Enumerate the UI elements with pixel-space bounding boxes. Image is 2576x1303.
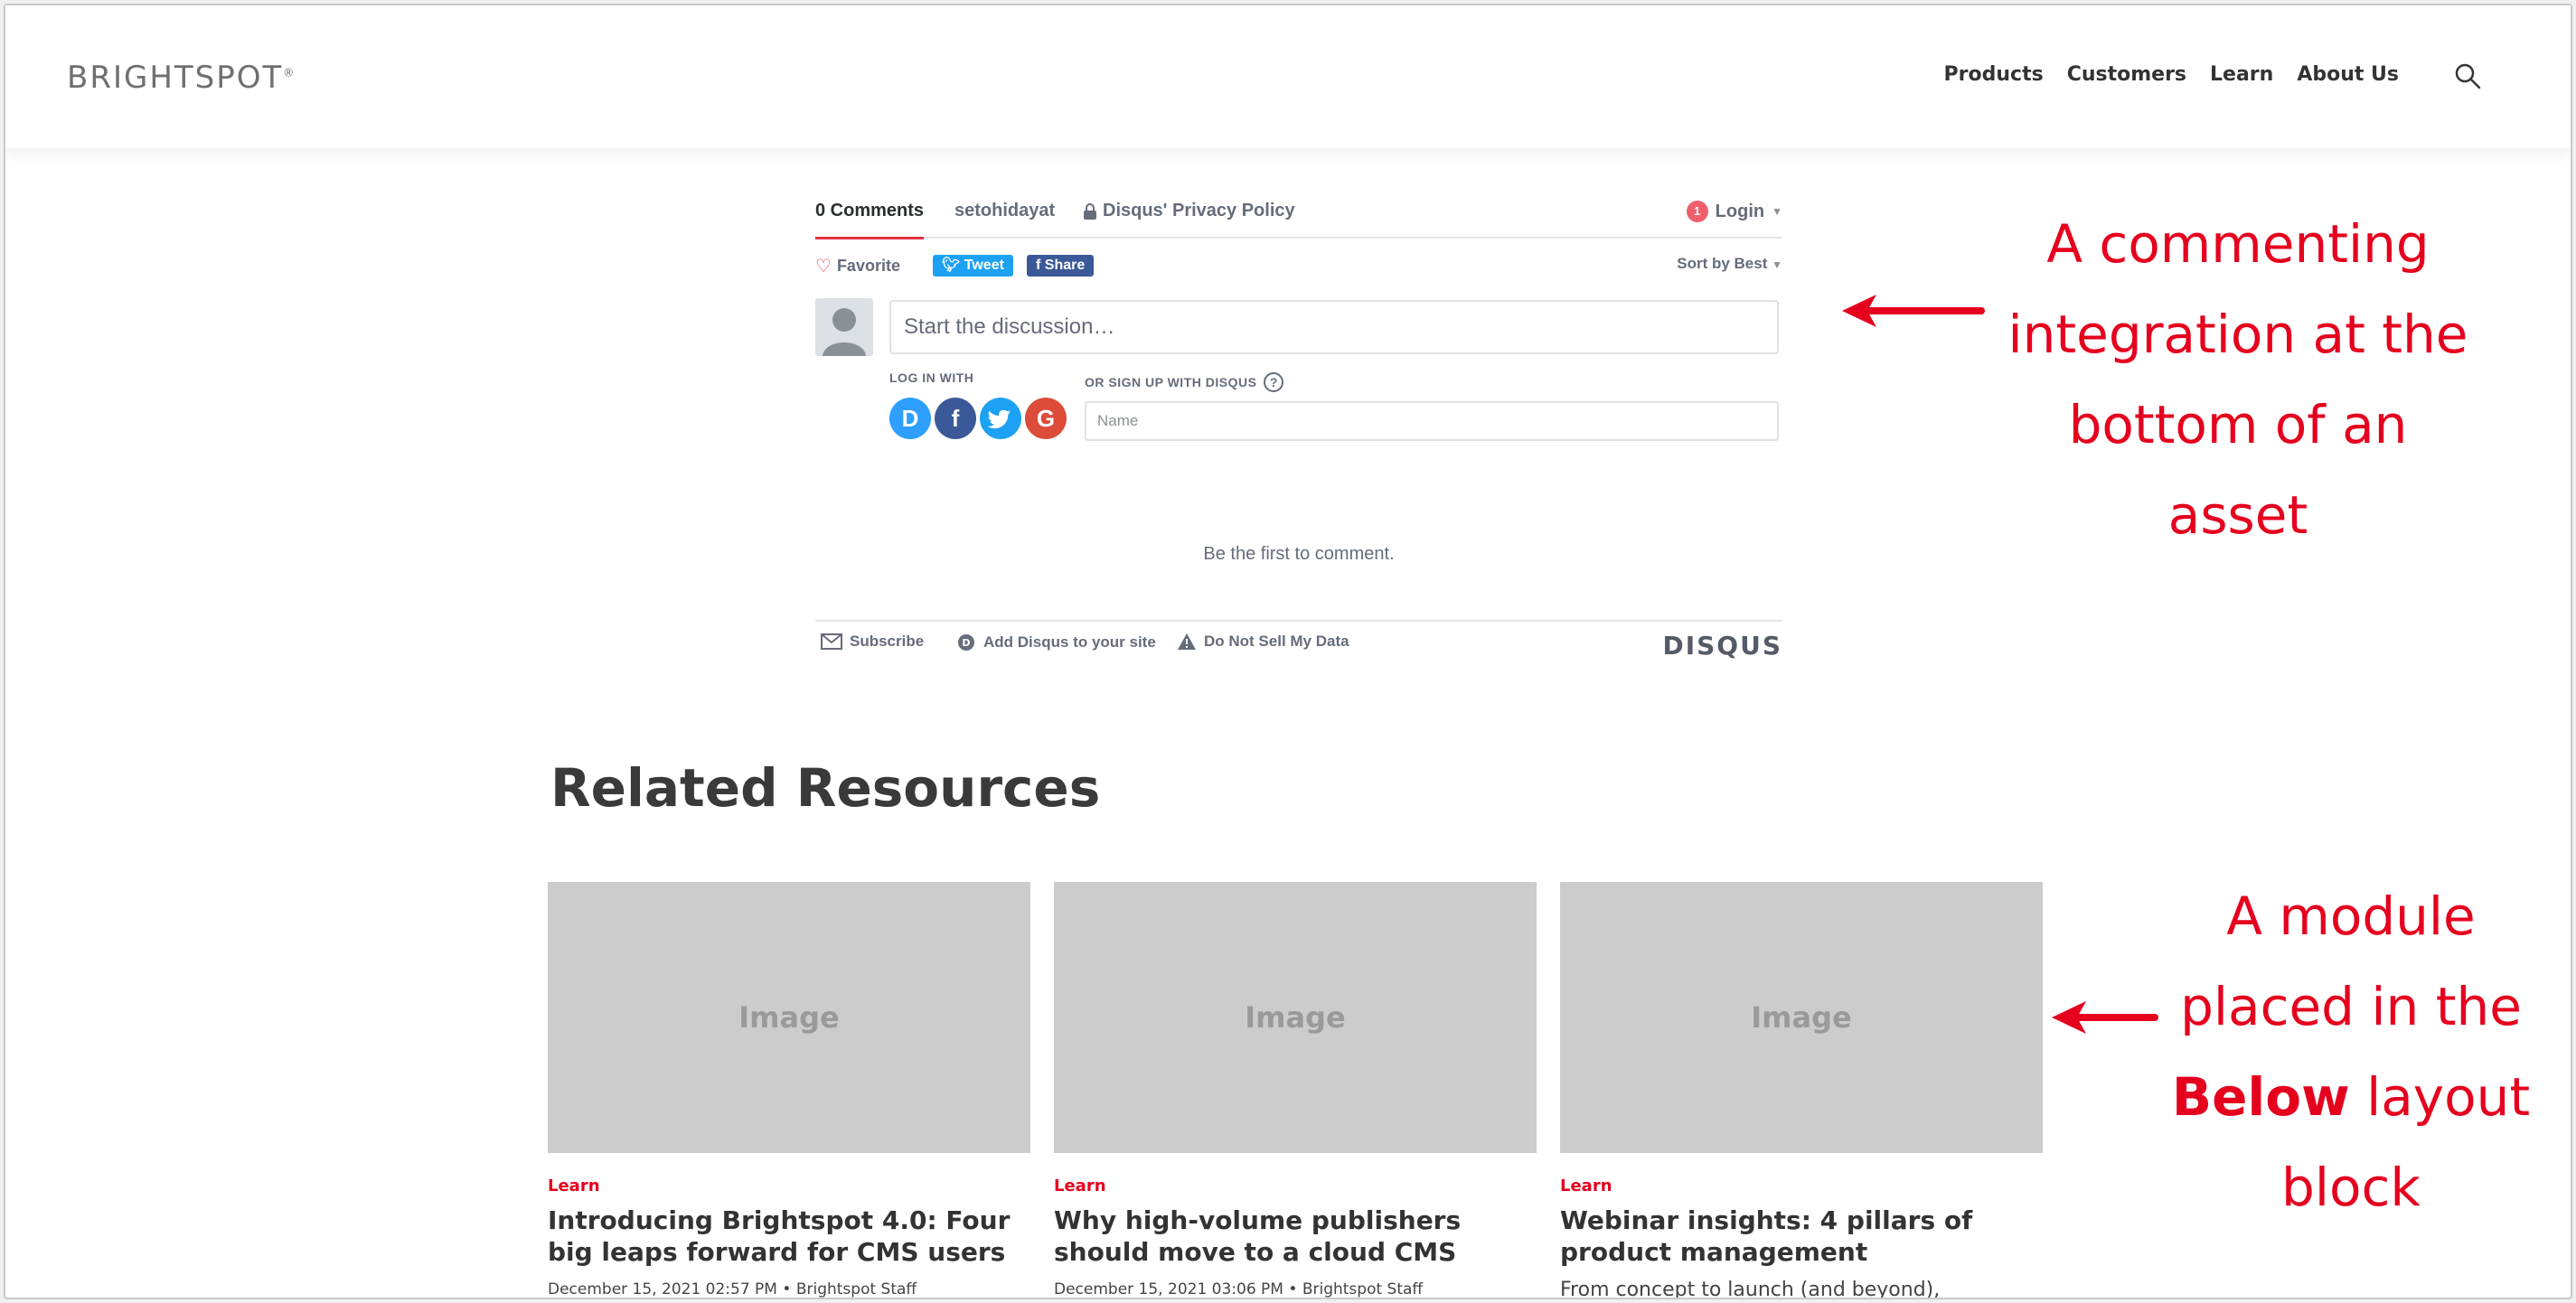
card-title[interactable]: Why high-volume publishers should move t… — [1054, 1205, 1537, 1268]
card-image[interactable]: Image — [1054, 882, 1537, 1153]
resource-card[interactable]: Image Learn Webinar insights: 4 pillars … — [1560, 882, 2043, 1299]
site-header: BRIGHTSPOT® Products Customers Learn Abo… — [5, 5, 2571, 148]
disqus-icon: D — [958, 634, 974, 651]
name-field[interactable]: Name — [1085, 401, 1779, 441]
card-description: From concept to launch (and beyond), suc… — [1560, 1279, 1941, 1299]
do-not-sell-link[interactable]: Do Not Sell My Data — [1177, 633, 1349, 651]
facebook-login-button[interactable]: f — [935, 398, 976, 439]
lock-icon — [1084, 202, 1096, 220]
start-discussion-input[interactable]: Start the discussion… — [889, 300, 1779, 354]
card-category[interactable]: Learn — [1054, 1176, 1537, 1195]
tweet-button[interactable]: 🐦︎ Tweet — [933, 255, 1013, 277]
card-title[interactable]: Introducing Brightspot 4.0: Four big lea… — [548, 1205, 1030, 1268]
nav-about-us[interactable]: About Us — [2297, 63, 2399, 86]
google-login-button[interactable]: G — [1025, 398, 1067, 439]
heart-icon: ♡ — [815, 257, 832, 277]
main-nav: Products Customers Learn About Us — [1944, 63, 2399, 86]
nav-learn[interactable]: Learn — [2210, 63, 2273, 86]
related-resources-heading: Related Resources — [550, 757, 1101, 819]
twitter-icon: 🐦︎ — [942, 258, 961, 273]
disqus-logo[interactable]: DISQUS — [1662, 631, 1782, 661]
card-category[interactable]: Learn — [548, 1176, 1030, 1195]
annotation-below-module: A module placed in the Below layout bloc… — [2171, 886, 2531, 1218]
login-with-label: LOG IN WITH — [889, 370, 974, 385]
facebook-share-button[interactable]: f Share — [1027, 255, 1095, 277]
warning-icon — [1178, 633, 1196, 650]
card-category[interactable]: Learn — [1560, 1176, 2043, 1195]
search-icon[interactable] — [2453, 61, 2482, 90]
user-silhouette-icon — [823, 308, 866, 356]
resource-card[interactable]: Image Learn Why high-volume publishers s… — [1054, 882, 1537, 1298]
twitter-login-button[interactable] — [980, 398, 1021, 439]
card-image[interactable]: Image — [548, 882, 1030, 1153]
resource-card[interactable]: Image Learn Introducing Brightspot 4.0: … — [548, 882, 1030, 1298]
tab-privacy-policy[interactable]: Disqus' Privacy Policy — [1083, 201, 1295, 221]
sort-dropdown[interactable]: Sort by Best ▼ — [1677, 255, 1782, 273]
subscribe-link[interactable]: Subscribe — [821, 633, 924, 651]
tab-user[interactable]: setohidayat — [954, 201, 1055, 221]
envelope-icon — [821, 633, 842, 650]
login-menu[interactable]: 1 Login ▼ — [1686, 201, 1782, 222]
chevron-down-icon: ▼ — [1772, 205, 1782, 218]
arrow-left-icon — [2052, 1001, 2158, 1034]
card-image[interactable]: Image — [1560, 882, 2043, 1153]
nav-products[interactable]: Products — [1944, 63, 2044, 86]
card-meta: December 15, 2021 02:57 PM • Brightspot … — [548, 1280, 917, 1298]
twitter-bird-icon — [987, 409, 1011, 429]
avatar — [815, 298, 873, 356]
disqus-footer: Subscribe D Add Disqus to your site Do N… — [815, 620, 1782, 667]
browser-frame: BRIGHTSPOT® Products Customers Learn Abo… — [4, 4, 2572, 1299]
card-meta: December 15, 2021 03:06 PM • Brightspot … — [1054, 1280, 1424, 1298]
empty-comments-message: Be the first to comment. — [1203, 544, 1395, 564]
tab-comments[interactable]: 0 Comments — [815, 201, 925, 239]
nav-customers[interactable]: Customers — [2067, 63, 2186, 86]
disqus-login-button[interactable]: D — [889, 398, 931, 439]
svg-text:D: D — [962, 637, 970, 649]
disqus-tabs: 0 Comments setohidayat Disqus' Privacy P… — [815, 186, 1782, 239]
arrow-left-icon — [1842, 295, 1985, 327]
facebook-icon: f — [1036, 258, 1041, 273]
disqus-embed: 0 Comments setohidayat Disqus' Privacy P… — [815, 186, 1782, 661]
card-title[interactable]: Webinar insights: 4 pillars of product m… — [1560, 1205, 2043, 1268]
favorite-button[interactable]: ♡ Favorite — [815, 255, 900, 277]
signup-disqus-label: OR SIGN UP WITH DISQUS ? — [1085, 372, 1284, 392]
help-icon[interactable]: ? — [1264, 372, 1284, 392]
chevron-down-icon: ▼ — [1772, 258, 1782, 271]
add-disqus-link[interactable]: D Add Disqus to your site — [956, 633, 1156, 652]
disqus-actions: ♡ Favorite 🐦︎ Tweet f Share Sort by Best… — [815, 239, 1782, 291]
notification-badge: 1 — [1686, 201, 1708, 222]
brightspot-logo[interactable]: BRIGHTSPOT® — [67, 60, 296, 96]
annotation-commenting: A commenting integration at the bottom o… — [2007, 213, 2468, 546]
